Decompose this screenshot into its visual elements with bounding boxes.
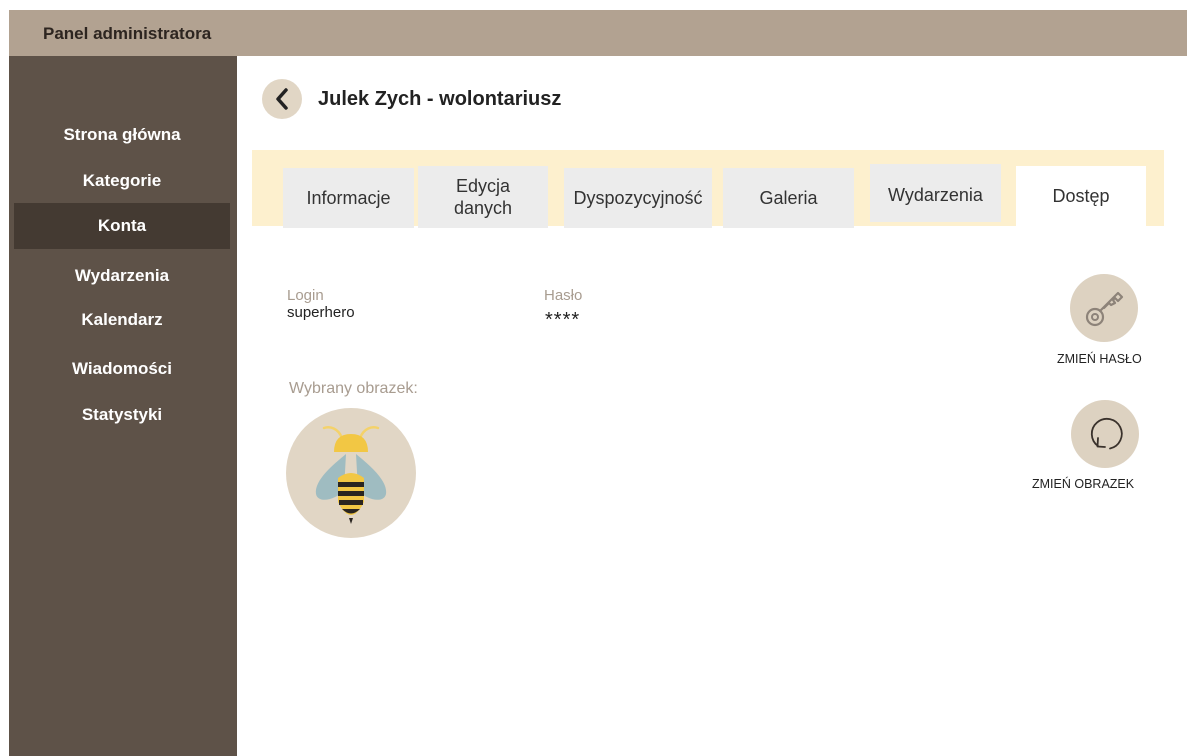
sidebar-item-statistics[interactable]: Statystyki — [14, 392, 230, 438]
sidebar-item-label: Wydarzenia — [74, 266, 170, 285]
sidebar-item-label: Wiadomości — [72, 359, 172, 378]
tab-gallery[interactable]: Galeria — [723, 168, 854, 228]
sidebar-item-messages[interactable]: Wiadomości — [14, 346, 230, 392]
password-label: Hasło — [544, 287, 583, 304]
tab-label: Dyspozycyjność — [573, 188, 703, 208]
login-value: superhero — [287, 304, 355, 321]
change-image-label[interactable]: ZMIEŃ OBRAZEK — [1032, 477, 1134, 491]
tab-events[interactable]: Wydarzenia — [870, 164, 1001, 222]
image-label: Wybrany obrazek: — [289, 380, 418, 397]
sidebar-item-accounts[interactable]: Konta — [14, 203, 230, 249]
selected-avatar — [286, 408, 416, 538]
key-icon — [1085, 291, 1124, 327]
tab-label: Informacje — [306, 188, 391, 208]
sidebar-item-events[interactable]: Wydarzenia — [14, 253, 230, 299]
change-image-button[interactable] — [1071, 400, 1139, 468]
password-value: **** — [545, 309, 581, 331]
login-label: Login — [287, 287, 324, 304]
app-title: Panel administratora — [43, 24, 212, 43]
chevron-left-icon — [276, 88, 288, 110]
bee-icon — [315, 426, 387, 524]
tab-information[interactable]: Informacje — [283, 168, 414, 228]
change-password-label[interactable]: ZMIEŃ HASŁO — [1057, 352, 1142, 366]
tab-bar: Informacje Edycja danych Dyspozycyjność … — [252, 150, 1164, 228]
sidebar-item-label: Strona główna — [63, 125, 181, 144]
tab-label: Edycja danych — [453, 176, 513, 218]
sidebar-item-label: Kategorie — [82, 171, 162, 190]
refresh-icon — [1090, 417, 1123, 450]
sidebar-item-home[interactable]: Strona główna — [14, 112, 230, 158]
tab-edit-data[interactable]: Edycja danych — [418, 166, 548, 228]
change-password-button[interactable] — [1070, 274, 1138, 342]
sidebar: Strona główna Kategorie Konta Wydarzenia… — [9, 56, 237, 756]
back-button[interactable] — [262, 79, 302, 119]
tab-availability[interactable]: Dyspozycyjność — [564, 168, 712, 228]
sidebar-item-label: Statystyki — [81, 405, 163, 424]
sidebar-item-label: Kalendarz — [81, 310, 163, 329]
sidebar-item-calendar[interactable]: Kalendarz — [14, 297, 230, 343]
tab-label: Dostęp — [1052, 186, 1110, 206]
top-bar: Panel administratora — [9, 10, 1187, 56]
tab-label: Galeria — [759, 188, 818, 208]
page-title: Julek Zych - wolontariusz — [318, 88, 562, 110]
tab-access[interactable]: Dostęp — [1016, 166, 1146, 226]
sidebar-item-label: Konta — [97, 216, 147, 235]
sidebar-item-categories[interactable]: Kategorie — [14, 158, 230, 204]
tab-label: Wydarzenia — [888, 185, 983, 205]
